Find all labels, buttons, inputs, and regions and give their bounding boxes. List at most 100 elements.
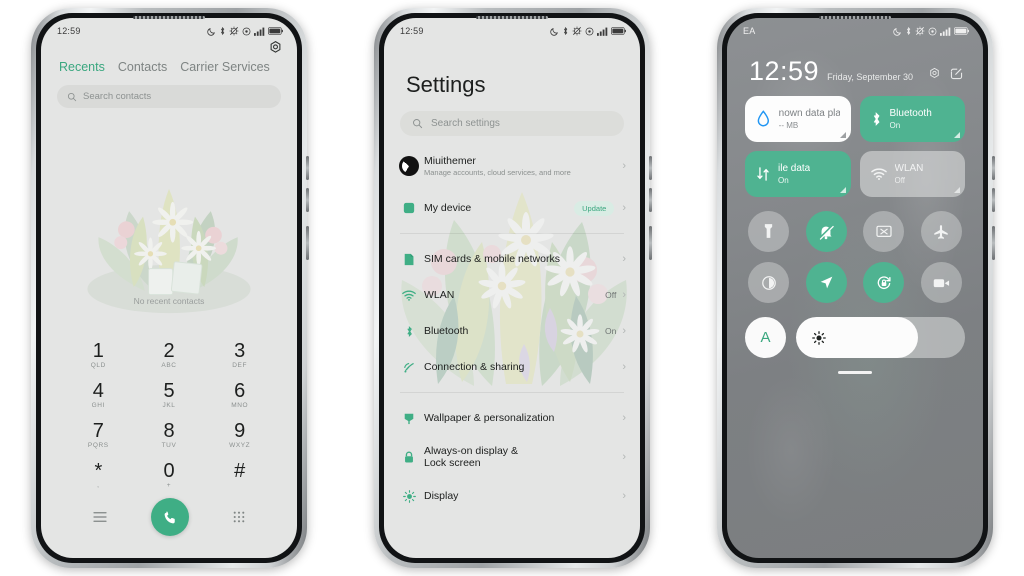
settings-row-bluetooth[interactable]: Bluetooth On › [384,313,640,349]
settings-row-connection-sharing[interactable]: Connection & sharing › [384,349,640,385]
dialer-settings-button[interactable] [268,40,283,55]
auto-rotate-icon [877,275,891,289]
settings-row-display[interactable]: Display › [384,478,640,514]
key-digit: 4 [92,380,104,402]
phone-frame: EA 12:59 Friday, September 30 nown data … [717,8,995,568]
settings-row-aod-lock-screen[interactable]: Always-on display & Lock screen › [384,436,640,478]
row-label: Always-on display & Lock screen [424,445,518,469]
toggle-location[interactable] [805,262,847,303]
tab-carrier-services[interactable]: Carrier Services [180,60,270,74]
lock-icon [398,451,420,464]
chevron-right-icon: › [622,489,626,502]
bluetooth-icon [906,26,911,36]
key-7[interactable]: 7 PQRS [63,416,134,456]
key-letters: DEF [232,362,248,369]
search-contacts-input[interactable]: Search contacts [57,85,281,108]
gear-icon [270,41,281,53]
key-letters: GHI [91,402,106,409]
key-letters: WXYZ [229,442,251,449]
location-icon [928,27,937,35]
key-8[interactable]: 8 TUV [134,416,205,456]
key-letters: QLD [90,362,106,369]
tab-recents[interactable]: Recents [59,60,105,74]
status-time: 12:59 [57,26,81,36]
key-2[interactable]: 2 ABC [134,336,205,376]
dialpad-icon[interactable] [233,511,245,523]
settings-row-sim-cards[interactable]: SIM cards & mobile networks › [384,241,640,277]
key-1[interactable]: 1 QLD [63,336,134,376]
settings-row-wlan[interactable]: WLAN Off › [384,277,640,313]
edit-square-icon[interactable] [950,67,963,80]
key-5[interactable]: 5 JKL [134,376,205,416]
key-0[interactable]: 0 + [134,456,205,496]
vibrate-off-icon [572,26,582,36]
tile-wlan[interactable]: WLAN Off [859,151,965,197]
signal-bars-icon [940,27,951,36]
settings-row-wallpaper[interactable]: Wallpaper & personalization › [384,400,640,436]
volume-down-button[interactable] [649,188,652,212]
brightness-slider[interactable] [796,317,965,358]
chevron-right-icon: › [622,450,627,463]
volume-up-button[interactable] [306,156,309,180]
power-button[interactable] [306,226,309,260]
toggle-cast-screen[interactable] [863,211,905,252]
volume-down-button[interactable] [992,188,995,212]
power-button[interactable] [992,226,995,260]
settings-row-account[interactable]: Miuithemer Manage accounts, cloud servic… [384,148,640,184]
drag-handle[interactable] [838,371,872,374]
toggle-screen-recorder[interactable] [920,262,962,303]
key-9[interactable]: 9 WXYZ [204,416,275,456]
volume-up-button[interactable] [992,156,995,180]
chevron-right-icon: › [622,288,626,301]
row-label: WLAN [424,289,455,301]
mobile-data-icon [757,167,769,181]
tile-title: Bluetooth [889,108,932,119]
key-letters: + [166,482,172,489]
location-icon [820,276,833,289]
key-6[interactable]: 6 MNO [204,376,275,416]
empty-state-text: No recent contacts [133,296,205,306]
gear-icon[interactable] [928,67,941,80]
sun-icon [812,330,826,345]
menu-lines-icon[interactable] [93,511,107,523]
tile-data-plan[interactable]: nown data pla -- MB [745,96,851,142]
toggle-airplane-mode[interactable] [920,211,962,252]
tile-expand-corner-icon[interactable] [839,187,846,193]
key-hash[interactable]: # [204,456,275,496]
toggle-flashlight[interactable] [748,211,790,252]
phone-frame: 12:59 Settings Search settings Miuitheme… [374,8,652,568]
earpiece-speaker [819,16,891,19]
control-center-actions [928,67,983,84]
toggle-dark-mode[interactable] [748,262,790,303]
tile-subtitle: -- MB [778,121,799,130]
call-button[interactable] [151,498,189,536]
list-divider [400,233,624,234]
chevron-right-icon: › [622,201,626,214]
tile-expand-corner-icon[interactable] [954,187,960,193]
tab-contacts[interactable]: Contacts [118,60,167,74]
row-value: Off [605,290,617,300]
update-badge[interactable]: Update [574,200,615,216]
key-4[interactable]: 4 GHI [63,376,134,416]
auto-brightness-button[interactable]: A [745,317,786,358]
tile-expand-corner-icon[interactable] [954,132,960,138]
volume-down-button[interactable] [306,188,309,212]
phone-call-icon [164,510,175,523]
tile-expand-corner-icon[interactable] [839,132,846,138]
toggle-auto-rotate[interactable] [863,262,905,303]
volume-up-button[interactable] [649,156,652,180]
tile-mobile-data[interactable]: ile data On [745,151,851,197]
key-digit: 6 [234,380,246,402]
power-button[interactable] [649,226,652,260]
key-star[interactable]: *, [63,456,134,496]
key-letters: MNO [231,402,249,409]
wallpaper-icon [398,412,420,425]
settings-row-my-device[interactable]: My device Update › [384,190,640,226]
tile-bluetooth[interactable]: Bluetooth On [859,96,965,142]
key-3[interactable]: 3 DEF [204,336,275,376]
toggle-silent-mode[interactable] [805,211,847,252]
search-settings-input[interactable]: Search settings [400,111,624,136]
row-value: On [604,326,617,336]
dialer-bottom-bar [41,498,297,536]
cast-screen-icon [876,225,892,237]
